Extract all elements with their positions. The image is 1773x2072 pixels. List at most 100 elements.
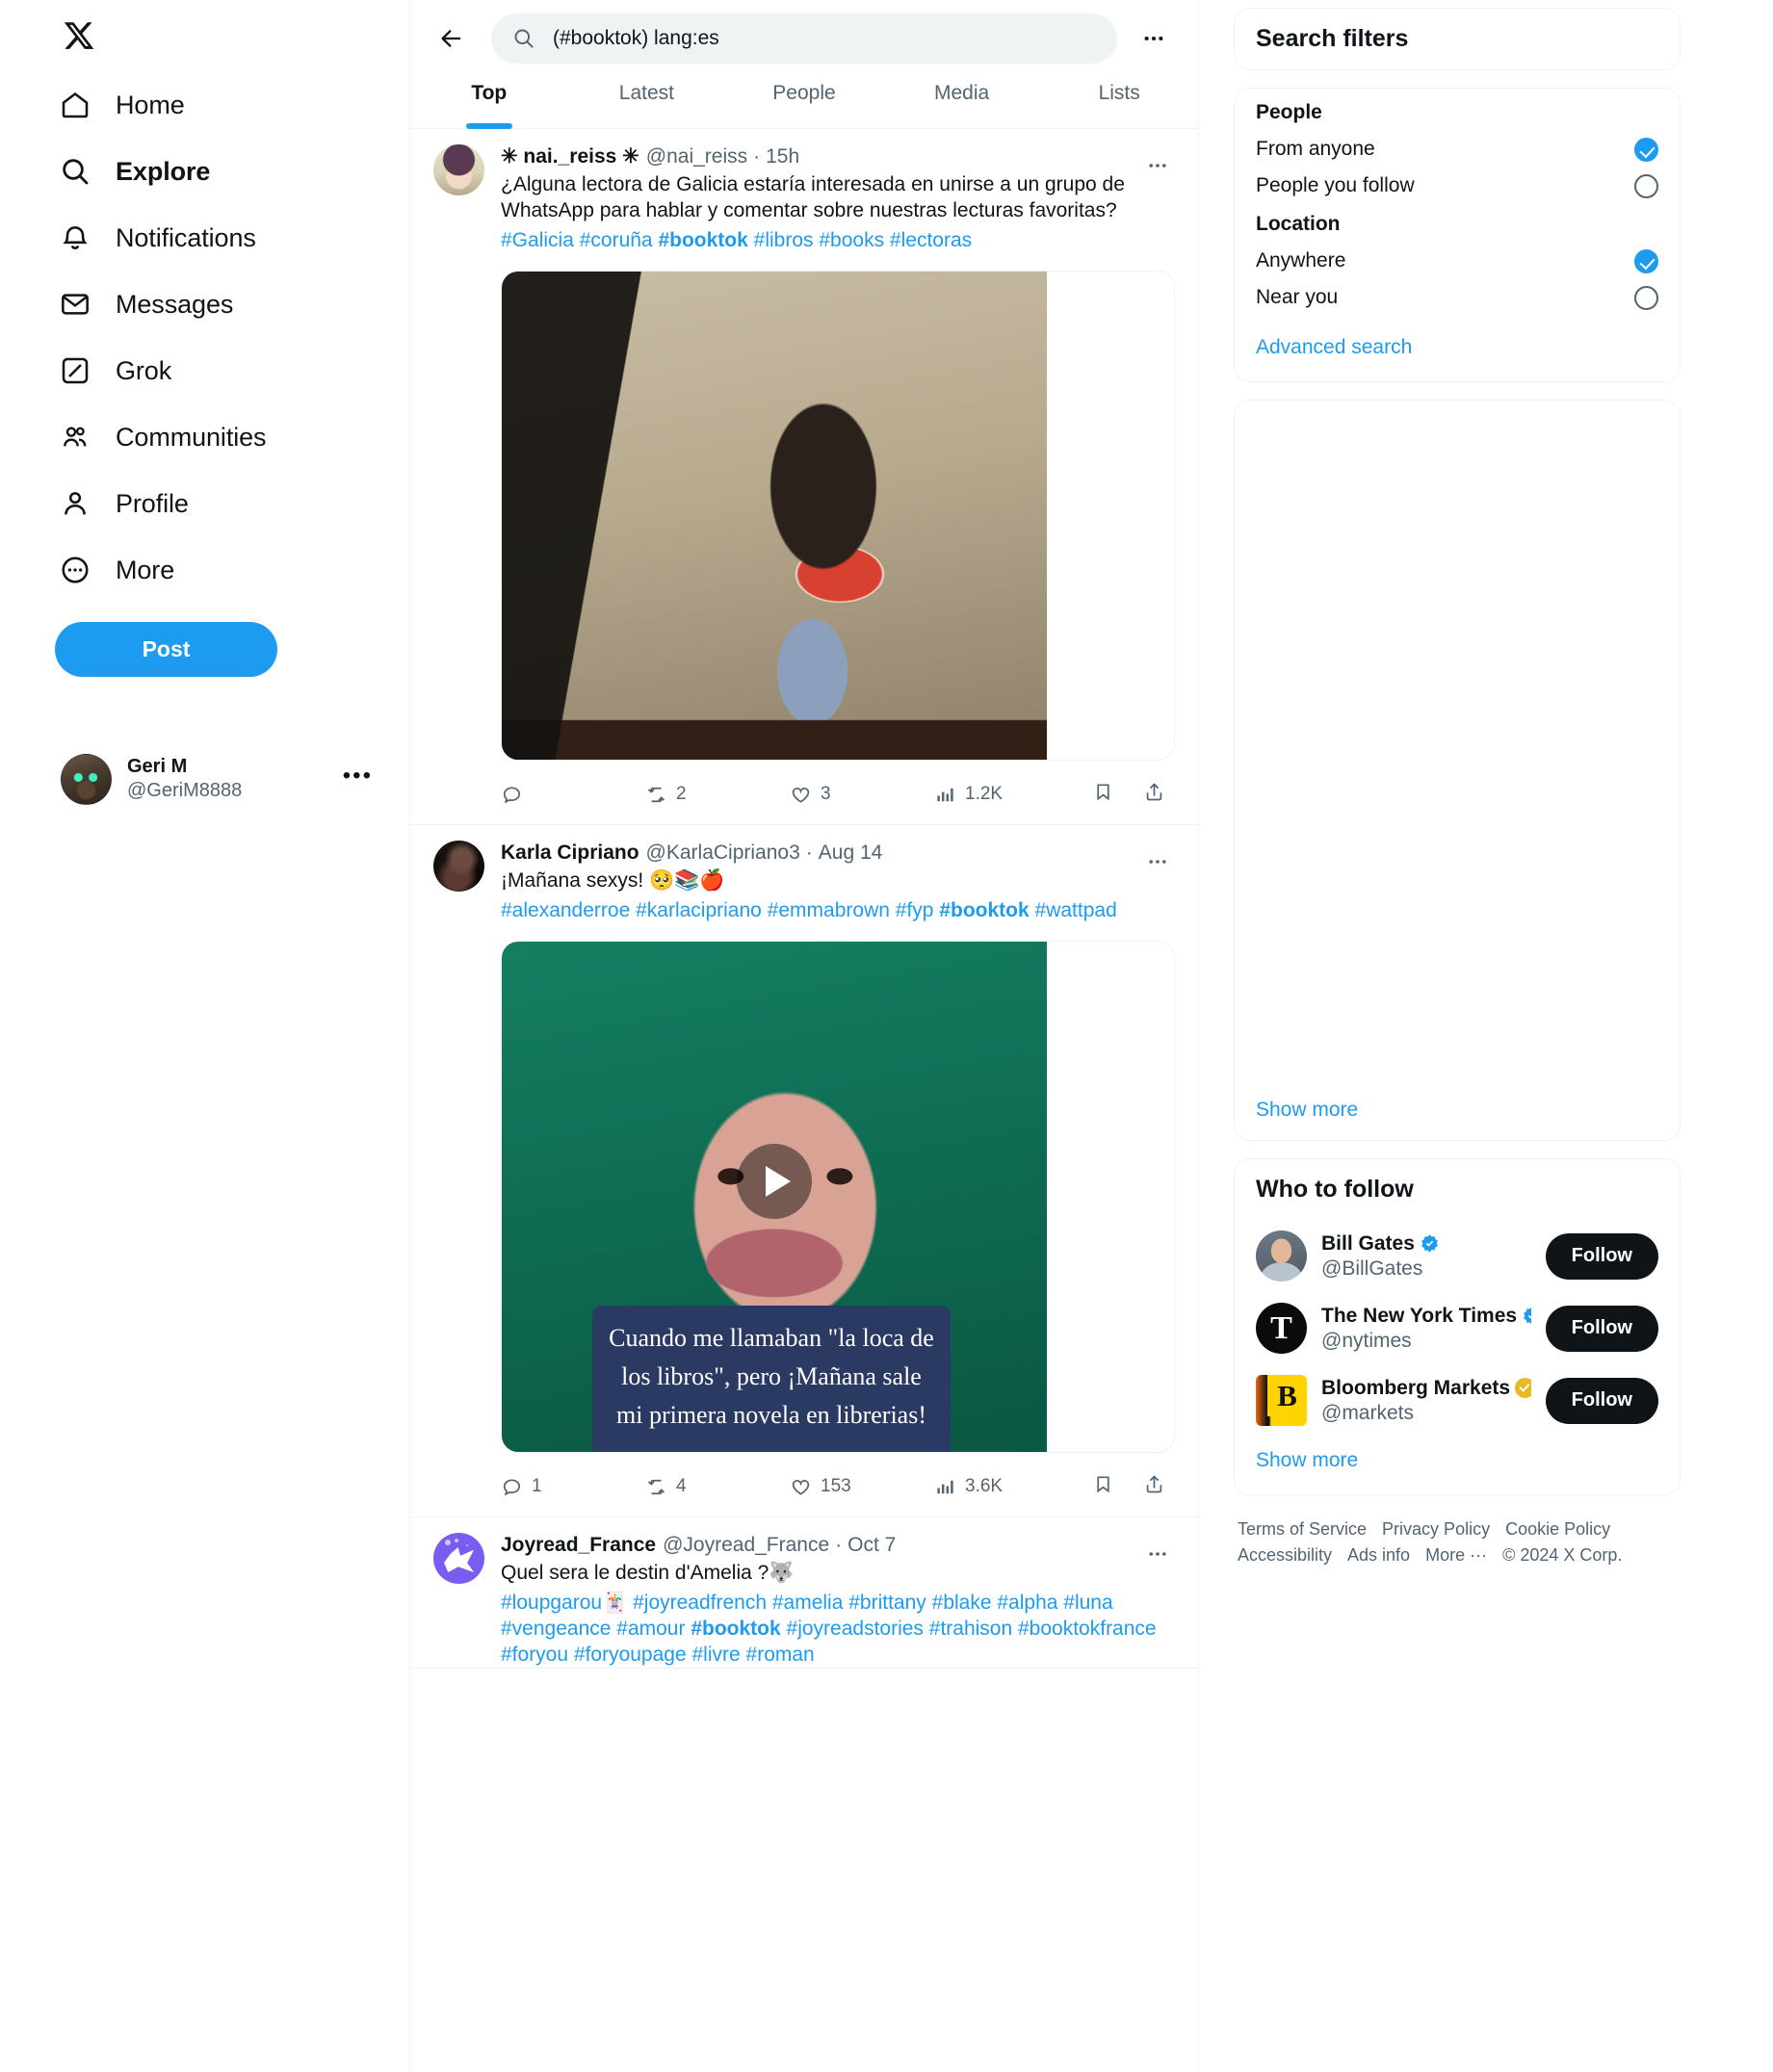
- show-more-link[interactable]: Show more: [1256, 1449, 1358, 1471]
- avatar[interactable]: [433, 841, 484, 892]
- tweet-hashtags[interactable]: #Galicia #coruña #booktok #libros #books…: [501, 227, 1175, 253]
- tweet-author-handle[interactable]: @nai_reiss: [646, 144, 747, 169]
- follow-button[interactable]: Follow: [1545, 1232, 1658, 1280]
- hashtag: #foryou: [501, 1644, 569, 1666]
- reply-button[interactable]: [501, 784, 645, 806]
- footer-link-ads-info[interactable]: Ads info: [1347, 1545, 1410, 1565]
- filter-option-from-anyone[interactable]: From anyone: [1256, 131, 1658, 168]
- x-logo[interactable]: [57, 13, 101, 58]
- filter-option-label: From anyone: [1256, 138, 1375, 160]
- tweet-article[interactable]: ✳ nai._reiss ✳ @nai_reiss · 15h ¿Alguna …: [410, 129, 1198, 825]
- sidebar-item-home[interactable]: Home: [53, 71, 409, 138]
- avatar[interactable]: T: [1256, 1303, 1307, 1354]
- filter-group-location-label: Location: [1256, 213, 1341, 235]
- tweet-hashtags[interactable]: #alexanderroe #karlacipriano #emmabrown …: [501, 897, 1175, 923]
- more-horizontal-icon[interactable]: [1133, 17, 1175, 60]
- search-input[interactable]: [553, 26, 1096, 51]
- like-button[interactable]: 3: [790, 784, 934, 806]
- separator: ·: [753, 145, 761, 168]
- reply-button[interactable]: 1: [501, 1476, 645, 1498]
- tab-top[interactable]: Top: [410, 77, 568, 129]
- radio-checked-icon[interactable]: [1634, 248, 1658, 273]
- tweet-media-video[interactable]: Cuando me llamaban "la loca de los libro…: [501, 941, 1175, 1453]
- reply-count: 1: [532, 1476, 542, 1496]
- radio-checked-icon[interactable]: [1634, 137, 1658, 162]
- filter-option-people-you-follow[interactable]: People you follow: [1256, 168, 1658, 204]
- post-button[interactable]: Post: [55, 622, 277, 677]
- avatar[interactable]: B: [1256, 1375, 1307, 1426]
- sidebar-item-label: Grok: [116, 355, 172, 385]
- follow-button[interactable]: Follow: [1545, 1377, 1658, 1424]
- who-to-follow-item[interactable]: Bill Gates @BillGates Follow: [1235, 1220, 1680, 1292]
- tweet-hashtags[interactable]: #loupgarou🃏 #joyreadfrench #amelia #brit…: [501, 1590, 1175, 1668]
- tab-people[interactable]: People: [725, 77, 883, 128]
- repost-button[interactable]: 2: [645, 784, 790, 806]
- radio-unchecked-icon[interactable]: [1634, 173, 1658, 198]
- who-to-follow-item[interactable]: B Bloomberg Markets B @markets Follow: [1235, 1364, 1680, 1437]
- tweet-media-photo[interactable]: [501, 271, 1175, 761]
- tweet-article[interactable]: Joyread_France @Joyread_France · Oct 7 Q…: [410, 1517, 1198, 1669]
- filter-option-anywhere[interactable]: Anywhere: [1256, 243, 1658, 279]
- footer-link-accessibility[interactable]: Accessibility: [1238, 1545, 1332, 1565]
- avatar[interactable]: [433, 144, 484, 195]
- search-box[interactable]: [491, 13, 1117, 64]
- search-filters-body: People From anyone People you follow Loc…: [1235, 89, 1680, 381]
- tweet-timestamp[interactable]: Oct 7: [847, 1533, 896, 1558]
- who-to-follow-item[interactable]: T The New York Times @nytimes Follow: [1235, 1292, 1680, 1364]
- footer-link-more[interactable]: More ···: [1425, 1545, 1487, 1565]
- tweet-author-handle[interactable]: @Joyread_France: [663, 1533, 829, 1558]
- tweet-author-name[interactable]: Joyread_France: [501, 1533, 656, 1558]
- back-arrow-icon[interactable]: [428, 14, 476, 63]
- tweet-timestamp[interactable]: Aug 14: [819, 841, 883, 866]
- tab-media[interactable]: Media: [883, 77, 1041, 128]
- tweet-author-name[interactable]: Karla Cipriano: [501, 841, 639, 866]
- bookmark-icon[interactable]: [1092, 1473, 1114, 1500]
- footer-link-terms[interactable]: Terms of Service: [1238, 1519, 1367, 1539]
- tweet-overflow-menu[interactable]: [1138, 1535, 1177, 1573]
- sidebar-item-messages[interactable]: Messages: [53, 271, 409, 337]
- footer-link-cookie[interactable]: Cookie Policy: [1505, 1519, 1610, 1539]
- advanced-search-link[interactable]: Advanced search: [1256, 336, 1412, 358]
- tab-latest[interactable]: Latest: [568, 77, 726, 128]
- share-icon[interactable]: [1143, 781, 1165, 808]
- follow-button[interactable]: Follow: [1545, 1305, 1658, 1352]
- account-switcher[interactable]: Geri M @GeriM8888 •••: [53, 741, 380, 816]
- more-horizontal-icon[interactable]: •••: [343, 764, 373, 788]
- tweet-timestamp[interactable]: 15h: [766, 144, 799, 169]
- views-button[interactable]: 3.6K: [934, 1476, 1079, 1498]
- tab-label: Media: [933, 82, 990, 104]
- hashtag: #amour: [616, 1618, 686, 1640]
- sidebar-item-profile[interactable]: Profile: [53, 470, 409, 536]
- right-sidebar: Search filters People From anyone People…: [1199, 0, 1773, 2072]
- photo: [502, 272, 1047, 760]
- show-more-link[interactable]: Show more: [1256, 1098, 1358, 1123]
- tab-lists[interactable]: Lists: [1040, 77, 1198, 128]
- tweet-overflow-menu[interactable]: [1138, 146, 1177, 185]
- like-button[interactable]: 153: [790, 1476, 934, 1498]
- avatar[interactable]: [1256, 1230, 1307, 1282]
- hashtag: #foryoupage: [573, 1644, 687, 1666]
- hashtag: #alpha: [997, 1592, 1058, 1614]
- repost-button[interactable]: 4: [645, 1476, 790, 1498]
- play-icon[interactable]: [737, 1144, 812, 1220]
- footer-link-privacy[interactable]: Privacy Policy: [1382, 1519, 1490, 1539]
- primary-sidebar: Home Explore Notifications Messages Grok: [0, 0, 409, 2072]
- hashtag: #books: [819, 229, 885, 251]
- sidebar-item-notifications[interactable]: Notifications: [53, 204, 409, 271]
- bookmark-icon[interactable]: [1092, 781, 1114, 808]
- sidebar-item-communities[interactable]: Communities: [53, 403, 409, 470]
- share-icon[interactable]: [1143, 1473, 1165, 1500]
- tweet-header: ✳ nai._reiss ✳ @nai_reiss · 15h: [501, 144, 1175, 169]
- radio-unchecked-icon[interactable]: [1634, 285, 1658, 310]
- avatar[interactable]: [433, 1533, 484, 1584]
- sidebar-item-explore[interactable]: Explore: [53, 138, 409, 204]
- sidebar-item-label: Explore: [116, 156, 211, 186]
- sidebar-item-grok[interactable]: Grok: [53, 337, 409, 403]
- filter-option-near-you[interactable]: Near you: [1256, 279, 1658, 316]
- tweet-overflow-menu[interactable]: [1138, 842, 1177, 881]
- tweet-author-name[interactable]: ✳ nai._reiss ✳: [501, 144, 639, 169]
- tweet-article[interactable]: Karla Cipriano @KarlaCipriano3 · Aug 14 …: [410, 825, 1198, 1517]
- views-button[interactable]: 1.2K: [934, 784, 1079, 806]
- sidebar-item-more[interactable]: More: [53, 536, 409, 603]
- tweet-author-handle[interactable]: @KarlaCipriano3: [646, 841, 800, 866]
